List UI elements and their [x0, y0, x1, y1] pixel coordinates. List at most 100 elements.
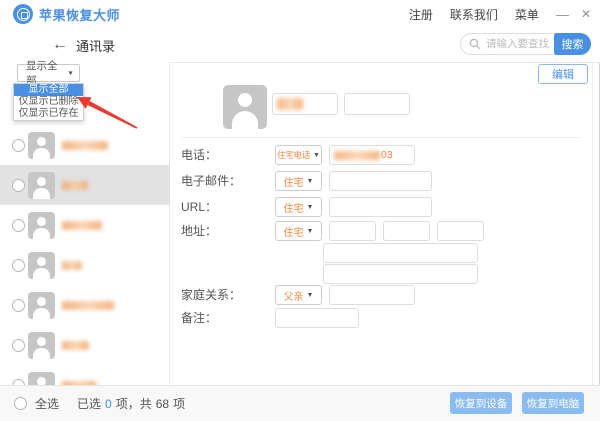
contact-name-redacted	[62, 181, 88, 190]
name-redacted	[277, 98, 303, 110]
menu-item-show-deleted[interactable]: 仅显示已删除	[14, 96, 83, 108]
contact-name-redacted	[62, 261, 82, 270]
select-all-label[interactable]: 全选	[35, 395, 59, 412]
selection-summary: 已选 0 项，共 68 项	[77, 395, 185, 412]
field-row-family: 家庭关系： 父亲 ▼	[181, 285, 415, 305]
phone-redacted	[334, 151, 380, 160]
close-button[interactable]: ✕	[581, 8, 591, 20]
phone-visible-digits: 03	[381, 149, 393, 161]
field-row-address-3	[323, 264, 478, 284]
selected-suffix: 项	[173, 395, 185, 412]
address-type-dropdown[interactable]: 住宅 ▼	[275, 221, 322, 241]
contact-list	[0, 125, 170, 385]
field-row-note: 备注：	[181, 308, 359, 328]
menu-item-show-existing[interactable]: 仅显示已存在	[14, 108, 83, 120]
email-field[interactable]	[329, 171, 432, 191]
contact-checkbox[interactable]	[12, 179, 25, 192]
minimize-button[interactable]: —	[556, 8, 569, 21]
selected-mid: 项，共	[116, 395, 152, 412]
chevron-down-icon: ▼	[67, 70, 74, 76]
contact-checkbox[interactable]	[12, 299, 25, 312]
list-item[interactable]	[0, 325, 170, 365]
field-row-email: 电子邮件： 住宅 ▼	[181, 171, 432, 191]
address-field-2[interactable]	[383, 221, 430, 241]
list-item[interactable]	[0, 285, 170, 325]
field-label: 电话：	[181, 145, 275, 165]
address-field-1[interactable]	[329, 221, 376, 241]
contact-avatar-icon	[28, 172, 55, 199]
address-field-3[interactable]	[437, 221, 484, 241]
titlebar: 苹果恢复大师 注册 联系我们 菜单 — ✕	[0, 0, 600, 29]
divider	[181, 137, 580, 138]
app-logo-icon	[13, 4, 33, 24]
restore-to-computer-button[interactable]: 恢复到电脑	[522, 392, 584, 414]
edit-button[interactable]: 编辑	[538, 64, 588, 84]
sidebar: 显示全部 ▼	[0, 62, 170, 385]
lastname-field[interactable]	[272, 93, 338, 115]
chevron-down-icon: ▼	[313, 152, 320, 159]
contact-us-link[interactable]: 联系我们	[450, 6, 498, 23]
field-label: 备注：	[181, 308, 275, 328]
filter-dropdown[interactable]: 显示全部 ▼	[17, 64, 80, 82]
restore-to-device-button[interactable]: 恢复到设备	[450, 392, 512, 414]
field-label: 家庭关系：	[181, 285, 275, 305]
register-link[interactable]: 注册	[409, 6, 433, 23]
contact-name-redacted	[62, 341, 89, 350]
contact-name-redacted	[62, 301, 114, 310]
selected-prefix: 已选	[77, 395, 101, 412]
email-type-dropdown[interactable]: 住宅 ▼	[275, 171, 322, 191]
phone-field[interactable]: 03	[329, 145, 415, 165]
selected-count: 0	[105, 397, 112, 411]
family-type-dropdown[interactable]: 父亲 ▼	[275, 285, 322, 305]
chevron-down-icon: ▼	[307, 204, 314, 211]
field-label: 地址：	[181, 221, 275, 241]
url-field[interactable]	[329, 197, 432, 217]
contact-avatar-icon	[28, 132, 55, 159]
search-icon	[469, 38, 481, 50]
family-field[interactable]	[329, 285, 415, 305]
page-title: 通讯录	[76, 36, 115, 55]
field-label: URL：	[181, 197, 275, 217]
titlebar-right: 注册 联系我们 菜单 — ✕	[409, 6, 600, 23]
list-item-selected[interactable]	[0, 165, 170, 205]
contact-avatar-icon	[28, 252, 55, 279]
filter-menu: 显示全部 仅显示已删除 仅显示已存在	[13, 83, 84, 121]
phone-type-dropdown[interactable]: 住宅电话 ▼	[275, 145, 322, 165]
list-item[interactable]	[0, 205, 170, 245]
list-item[interactable]	[0, 125, 170, 165]
chevron-down-icon: ▼	[307, 292, 314, 299]
contact-checkbox[interactable]	[12, 339, 25, 352]
contact-avatar-icon	[28, 292, 55, 319]
field-row-address: 地址： 住宅 ▼	[181, 221, 484, 241]
list-item[interactable]	[0, 365, 170, 385]
chevron-down-icon: ▼	[307, 178, 314, 185]
total-count: 68	[156, 397, 169, 411]
app-window: 苹果恢复大师 注册 联系我们 菜单 — ✕ ← 通讯录 搜索 显示全部 ▼	[0, 0, 600, 421]
toolbar: ← 通讯录 搜索	[0, 28, 600, 63]
address-field-4[interactable]	[323, 243, 478, 263]
contact-checkbox[interactable]	[12, 219, 25, 232]
detail-avatar-icon	[223, 85, 267, 129]
field-label: 电子邮件：	[181, 171, 275, 191]
contact-avatar-icon	[28, 372, 55, 386]
select-all-checkbox[interactable]	[14, 397, 27, 410]
contact-checkbox[interactable]	[12, 259, 25, 272]
contact-avatar-icon	[28, 332, 55, 359]
firstname-field[interactable]	[344, 93, 410, 115]
contact-avatar-icon	[28, 212, 55, 239]
address-field-5[interactable]	[323, 264, 478, 284]
search-button[interactable]: 搜索	[554, 33, 591, 55]
note-field[interactable]	[275, 308, 359, 328]
back-button[interactable]: ←	[52, 37, 68, 53]
chevron-down-icon: ▼	[307, 228, 314, 235]
field-row-address-2	[323, 243, 478, 263]
list-item[interactable]	[0, 245, 170, 285]
menu-link[interactable]: 菜单	[515, 6, 539, 23]
contact-checkbox[interactable]	[12, 139, 25, 152]
url-type-dropdown[interactable]: 住宅 ▼	[275, 197, 322, 217]
field-row-phone: 电话： 住宅电话 ▼ 03	[181, 145, 415, 165]
menu-item-show-all[interactable]: 显示全部	[14, 84, 83, 96]
contact-name-redacted	[62, 141, 108, 150]
panel-right-divider	[592, 62, 593, 385]
search-box: 搜索	[460, 33, 591, 55]
